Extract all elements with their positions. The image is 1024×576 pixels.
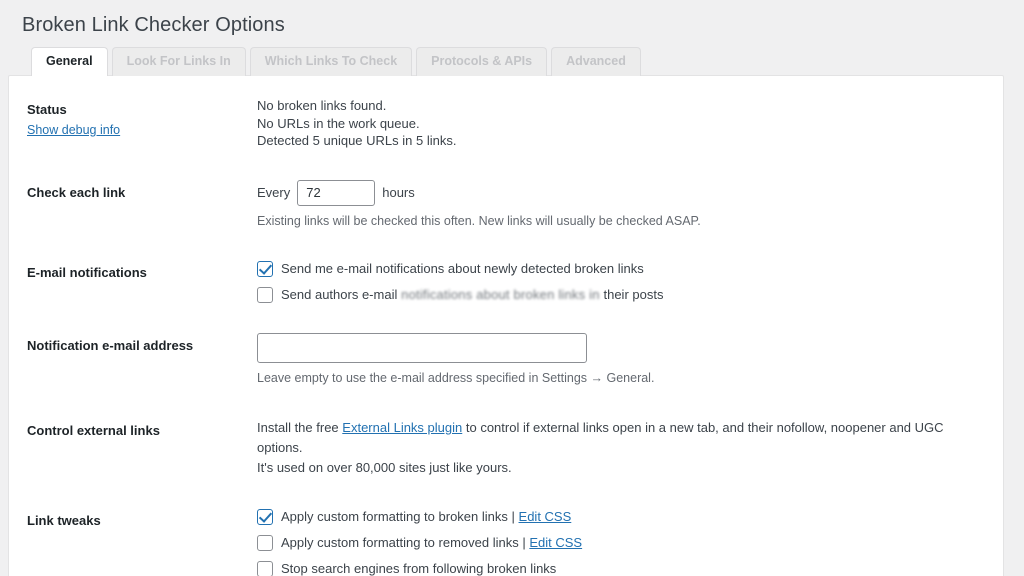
label-link-tweaks: Link tweaks <box>27 513 101 529</box>
tab-look-for-links-in[interactable]: Look For Links In <box>111 47 246 76</box>
checkbox-notify-me-label: Send me e-mail notifications about newly… <box>281 261 644 277</box>
checkbox-row-format-broken-links[interactable]: Apply custom formatting to broken links … <box>257 508 993 526</box>
status-values: No broken links found. No URLs in the wo… <box>257 82 1003 165</box>
control-external-links-content: Install the free External Links plugin t… <box>257 403 1003 493</box>
notification-email-input[interactable] <box>257 333 587 364</box>
checkbox-format-broken-links-label: Apply custom formatting to broken links … <box>281 508 571 525</box>
checkbox-row-notify-me[interactable]: Send me e-mail notifications about newly… <box>257 260 993 278</box>
row-link-tweaks: Link tweaks Apply custom formatting to b… <box>9 493 1003 576</box>
tab-bar: General Look For Links In Which Links To… <box>0 47 1024 76</box>
check-interval-prefix: Every <box>257 184 291 200</box>
separator-pipe-2: | <box>522 535 526 551</box>
checkbox-row-notify-authors[interactable]: Send authors e-mail notifications about … <box>257 286 993 304</box>
label-status: Status Show debug info <box>9 82 257 165</box>
external-links-paragraph: Install the free External Links plugin t… <box>257 418 969 458</box>
link-tweaks-controls: Apply custom formatting to broken links … <box>257 493 1003 576</box>
status-line-detected-urls: Detected 5 unique URLs in 5 links. <box>257 133 457 148</box>
check-each-link-description: Existing links will be checked this ofte… <box>257 213 701 228</box>
checkbox-format-removed-links-label: Apply custom formatting to removed links… <box>281 534 582 551</box>
external-links-plugin-link[interactable]: External Links plugin <box>342 420 462 435</box>
show-debug-info-link[interactable]: Show debug info <box>27 122 120 139</box>
notify-authors-text-clear-prefix: Send authors e-mail <box>281 287 398 303</box>
label-notification-email: Notification e-mail address <box>27 338 194 354</box>
tab-protocols-and-apis[interactable]: Protocols & APIs <box>416 47 548 76</box>
tab-which-links-to-check[interactable]: Which Links To Check <box>249 47 413 76</box>
status-line-work-queue: No URLs in the work queue. <box>257 115 420 131</box>
format-broken-links-text: Apply custom formatting to broken links <box>281 509 508 525</box>
checkbox-format-broken-links[interactable] <box>257 509 273 526</box>
email-notifications-controls: Send me e-mail notifications about newly… <box>257 245 1003 318</box>
label-email-notifications: E-mail notifications <box>27 265 147 281</box>
external-links-text-before: Install the free <box>257 420 343 435</box>
settings-panel: Status Show debug info No broken links f… <box>8 75 1004 576</box>
row-notification-email: Notification e-mail address Leave empty … <box>9 318 1003 403</box>
checkbox-stop-search-engines-label: Stop search engines from following broke… <box>281 561 557 576</box>
status-line-broken-links: No broken links found. <box>257 98 387 113</box>
edit-css-removed-links-link[interactable]: Edit CSS <box>529 535 582 550</box>
row-control-external-links: Control external links Install the free … <box>9 403 1003 493</box>
label-control-external-links: Control external links <box>27 423 160 438</box>
check-interval-input[interactable] <box>297 179 376 206</box>
row-email-notifications: E-mail notifications Send me e-mail noti… <box>9 245 1003 318</box>
tab-advanced[interactable]: Advanced <box>551 47 641 76</box>
checkbox-notify-authors-label: Send authors e-mail notifications about … <box>281 286 663 303</box>
general-settings-form: Status Show debug info No broken links f… <box>9 82 1003 576</box>
check-interval-suffix: hours <box>382 184 415 200</box>
checkbox-notify-me[interactable] <box>257 261 273 278</box>
checkbox-row-format-removed-links[interactable]: Apply custom formatting to removed links… <box>257 534 993 552</box>
checkbox-row-stop-search-engines[interactable]: Stop search engines from following broke… <box>257 560 993 576</box>
row-status: Status Show debug info No broken links f… <box>9 82 1003 165</box>
separator-pipe-1: | <box>511 509 515 525</box>
edit-css-broken-links-link[interactable]: Edit CSS <box>519 509 572 524</box>
label-check-each-link: Check each link <box>27 184 126 200</box>
page-title: Broken Link Checker Options <box>22 14 285 36</box>
notify-authors-text-blurred: notifications about broken links in <box>397 287 604 303</box>
row-check-each-link: Check each link Every hours Existing lin… <box>9 165 1003 246</box>
external-links-usage-line: It's used on over 80,000 sites just like… <box>257 460 512 476</box>
notification-email-controls: Leave empty to use the e-mail address sp… <box>257 318 1003 403</box>
format-removed-links-text: Apply custom formatting to removed links <box>281 535 519 551</box>
checkbox-format-removed-links[interactable] <box>257 535 273 552</box>
tab-general[interactable]: General <box>31 47 108 76</box>
checkbox-notify-authors[interactable] <box>257 287 273 304</box>
notify-authors-text-clear-suffix: their posts <box>603 287 664 303</box>
check-each-link-controls: Every hours Existing links will be check… <box>257 165 1003 246</box>
checkbox-stop-search-engines[interactable] <box>257 561 273 576</box>
status-label-text: Status <box>27 102 67 117</box>
notification-email-description: Leave empty to use the e-mail address sp… <box>257 371 655 386</box>
